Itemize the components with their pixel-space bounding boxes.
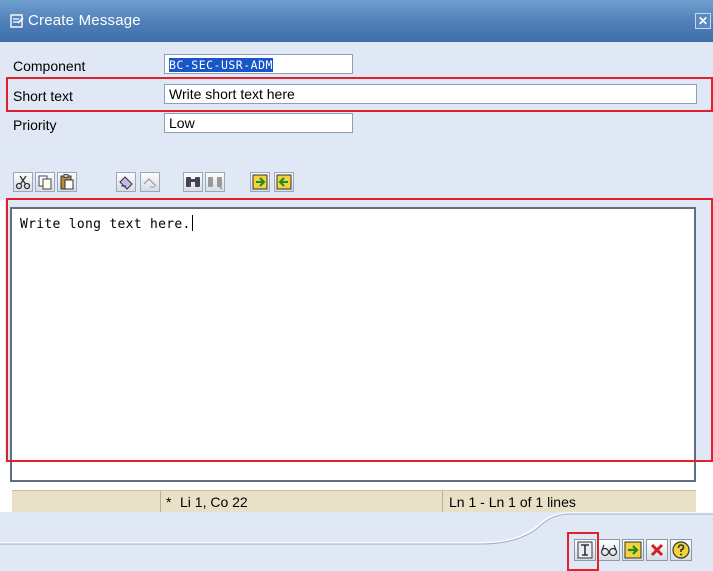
find-button[interactable] (183, 172, 203, 192)
component-field[interactable]: BC-SEC-USR-ADM (164, 54, 353, 74)
help-icon (672, 541, 690, 559)
close-icon: ✕ (697, 14, 709, 28)
upload-icon (252, 174, 268, 190)
window-title: Create Message (28, 12, 141, 29)
paste-button[interactable] (57, 172, 77, 192)
long-text-highlight (6, 198, 713, 462)
transfer-button[interactable] (622, 539, 644, 561)
title-bar: Create Message ✕ (0, 0, 713, 42)
cancel-icon (650, 543, 664, 557)
paste-icon (60, 174, 74, 190)
cut-icon (15, 175, 31, 190)
component-label: Component (13, 58, 86, 74)
button-area (0, 512, 713, 571)
create-message-icon (10, 14, 24, 28)
find-next-icon (208, 177, 223, 190)
priority-row: Priority Low (0, 113, 713, 137)
cancel-button[interactable] (646, 539, 668, 561)
editor-toolbar (0, 142, 713, 200)
find-icon (186, 177, 200, 187)
modified-marker: * (160, 491, 174, 513)
redo-icon (143, 178, 157, 188)
save-button-highlight (567, 532, 599, 571)
priority-field[interactable]: Low (164, 113, 353, 133)
display-button[interactable] (598, 539, 620, 561)
cursor-position: Li 1, Co 22 (180, 494, 248, 510)
priority-label: Priority (13, 117, 57, 133)
download-icon (276, 174, 292, 190)
editor-status-bar: * Li 1, Co 22 Ln 1 - Ln 1 of 1 lines (12, 490, 696, 513)
upload-button[interactable] (250, 172, 270, 192)
glasses-icon (600, 544, 618, 557)
transfer-icon (624, 541, 642, 559)
redo-button[interactable] (140, 172, 160, 192)
help-button[interactable] (670, 539, 692, 561)
lines-info: Ln 1 - Ln 1 of 1 lines (442, 491, 696, 513)
undo-icon (119, 176, 133, 190)
copy-icon (38, 175, 52, 190)
copy-button[interactable] (35, 172, 55, 192)
download-button[interactable] (274, 172, 294, 192)
find-next-button[interactable] (205, 172, 225, 192)
component-value: BC-SEC-USR-ADM (169, 58, 273, 72)
short-text-highlight (6, 77, 713, 112)
undo-button[interactable] (116, 172, 136, 192)
component-row: Component BC-SEC-USR-ADM (0, 54, 713, 78)
cut-button[interactable] (13, 172, 33, 192)
close-button[interactable]: ✕ (695, 13, 711, 29)
priority-value: Low (169, 115, 195, 131)
